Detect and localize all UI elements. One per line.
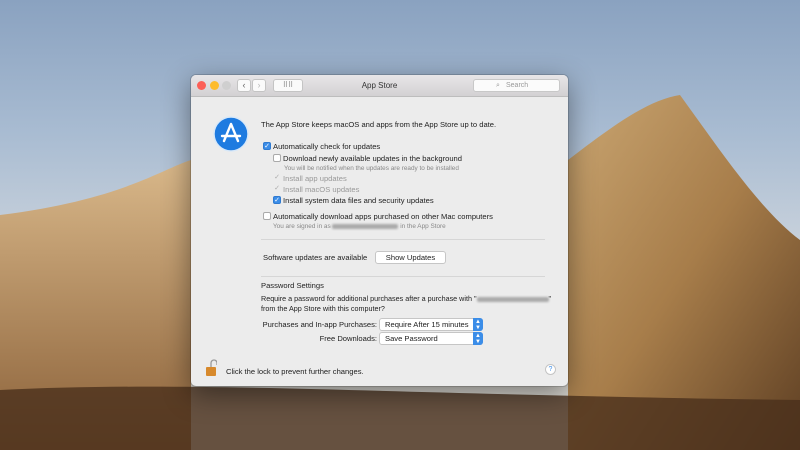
- purchases-value: Require After 15 minutes: [385, 320, 469, 329]
- signed-in-prefix: You are signed in as: [273, 223, 331, 230]
- password-question-line1: Require a password for additional purcha…: [261, 294, 551, 303]
- auto-check-label[interactable]: Automatically check for updates: [273, 142, 380, 151]
- free-downloads-select[interactable]: Save Password ▲ ▼: [379, 332, 483, 345]
- lock-text: Click the lock to prevent further change…: [226, 367, 364, 376]
- install-system-data-checkbox[interactable]: ✓: [273, 196, 281, 204]
- description-text: The App Store keeps macOS and apps from …: [261, 120, 497, 129]
- install-app-updates-checkbox[interactable]: ✓: [273, 174, 281, 182]
- separator: [261, 239, 545, 240]
- install-macos-updates-checkbox[interactable]: ✓: [273, 185, 281, 193]
- redacted-email: [332, 223, 399, 229]
- password-settings-heading: Password Settings: [261, 281, 324, 290]
- install-app-updates-label[interactable]: Install app updates: [283, 174, 347, 183]
- auto-check-checkbox[interactable]: ✓: [263, 142, 271, 150]
- purchases-label: Purchases and In-app Purchases:: [262, 320, 377, 329]
- app-store-icon: [213, 116, 249, 152]
- purchases-select[interactable]: Require After 15 minutes ▲ ▼: [379, 318, 483, 331]
- title-bar[interactable]: ‹ › ⠿⠿ App Store ⌕ Search: [191, 75, 568, 97]
- search-icon: ⌕: [496, 82, 500, 89]
- free-downloads-value: Save Password: [385, 334, 438, 343]
- download-background-note: You will be notified when the updates ar…: [284, 165, 459, 172]
- chevron-updown-icon: ▲ ▼: [473, 332, 483, 345]
- unlocked-lock-icon[interactable]: [205, 359, 217, 377]
- install-system-data-label[interactable]: Install system data files and security u…: [283, 196, 434, 205]
- download-background-label[interactable]: Download newly available updates in the …: [283, 154, 462, 163]
- password-question-line2: from the App Store with this computer?: [261, 304, 385, 313]
- help-button[interactable]: ?: [545, 364, 556, 375]
- redacted-email: [476, 296, 549, 302]
- question-text: Require a password for additional purcha…: [261, 294, 477, 303]
- auto-download-label[interactable]: Automatically download apps purchased on…: [273, 212, 493, 221]
- free-downloads-label: Free Downloads:: [319, 334, 377, 343]
- show-updates-button[interactable]: Show Updates: [375, 251, 446, 264]
- app-store-preferences-window: ‹ › ⠿⠿ App Store ⌕ Search The App Store k…: [191, 75, 568, 386]
- separator: [261, 276, 545, 277]
- signed-in-suffix: in the App Store: [400, 223, 446, 230]
- search-placeholder: Search: [506, 82, 529, 89]
- auto-download-checkbox[interactable]: [263, 212, 271, 220]
- question-quote: ": [548, 294, 552, 303]
- updates-status-text: Software updates are available: [263, 253, 368, 262]
- chevron-updown-icon: ▲ ▼: [473, 318, 483, 331]
- search-input[interactable]: ⌕ Search: [473, 79, 560, 92]
- signed-in-note: You are signed in as in the App Store: [273, 223, 446, 230]
- download-background-checkbox[interactable]: [273, 154, 281, 162]
- install-macos-updates-label[interactable]: Install macOS updates: [283, 185, 359, 194]
